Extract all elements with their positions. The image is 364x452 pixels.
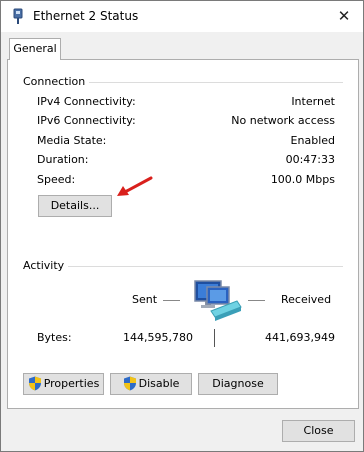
bytes-label: Bytes: [37, 331, 72, 344]
window-title: Ethernet 2 Status [33, 9, 139, 23]
disable-label: Disable [138, 377, 180, 390]
network-computers-icon [194, 280, 242, 321]
ipv6-value: No network access [231, 114, 335, 127]
title-bar[interactable]: Ethernet 2 Status ✕ [1, 1, 363, 32]
received-label: Received [281, 293, 332, 306]
ipv4-label: IPv4 Connectivity: [37, 95, 136, 108]
sent-label: Sent [132, 293, 158, 306]
speed-label: Speed: [37, 173, 76, 186]
red-arrow-annotation [117, 176, 153, 196]
received-connector [248, 300, 265, 301]
ipv6-label: IPv6 Connectivity: [37, 114, 136, 127]
bytes-sent-value: 144,595,780 [123, 331, 193, 344]
close-button[interactable]: Close [282, 420, 355, 442]
ipv4-value: Internet [291, 95, 335, 108]
uac-shield-icon [28, 376, 41, 390]
general-panel [7, 59, 359, 409]
media-state-label: Media State: [37, 134, 107, 147]
status-dialog: Ethernet 2 Status ✕ General Connection I… [0, 0, 364, 452]
tab-general[interactable]: General [9, 38, 61, 60]
connection-divider [81, 82, 343, 83]
network-adapter-icon [13, 8, 23, 24]
activity-heading: Activity [23, 259, 69, 272]
media-state-value: Enabled [290, 134, 335, 147]
duration-label: Duration: [37, 153, 89, 166]
speed-value: 100.0 Mbps [270, 173, 335, 186]
activity-divider [65, 266, 343, 267]
window-close-button[interactable]: ✕ [331, 4, 357, 28]
bytes-divider [214, 329, 215, 347]
properties-label: Properties [43, 377, 100, 390]
diagnose-button[interactable]: Diagnose [198, 373, 278, 395]
duration-value: 00:47:33 [285, 153, 335, 166]
uac-shield-icon [123, 376, 136, 390]
sent-connector [163, 300, 180, 301]
properties-button[interactable]: Properties [23, 373, 104, 395]
connection-heading: Connection [23, 75, 90, 88]
details-button[interactable]: Details... [38, 195, 112, 217]
bytes-received-value: 441,693,949 [265, 331, 335, 344]
disable-button[interactable]: Disable [110, 373, 192, 395]
